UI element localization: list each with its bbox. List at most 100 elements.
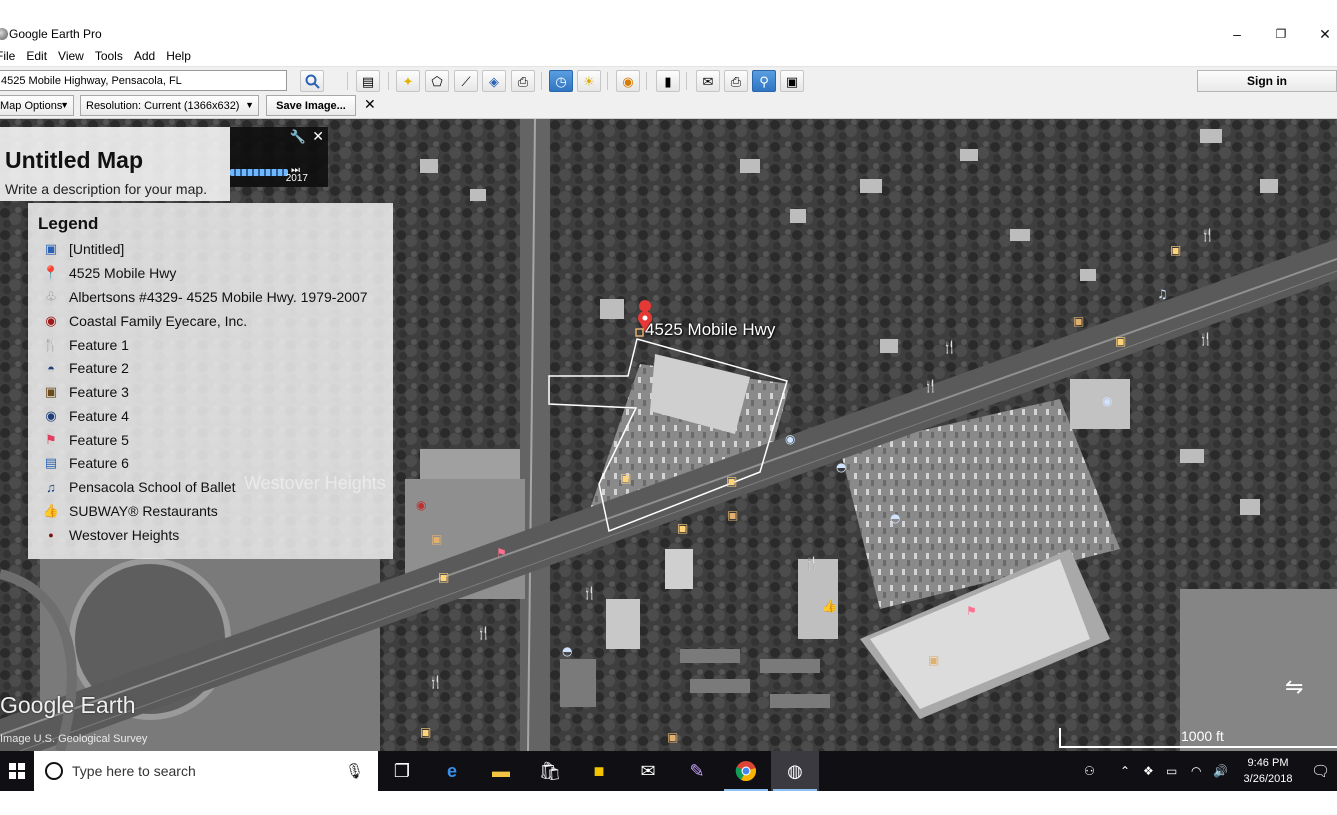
map-legend[interactable]: Legend ▣ [Untitled] 📍 4525 Mobile Hwy ♧ Alb… <box>28 203 393 559</box>
historical-imagery-button[interactable]: ◷ <box>549 70 573 92</box>
shopping-bag-icon: ◓ <box>47 360 55 376</box>
windows-start-button[interactable] <box>0 751 34 791</box>
resolution-dropdown[interactable]: Resolution: Current (1366x632) ▼ <box>80 95 259 116</box>
save-image-tool-button[interactable]: ▣ <box>780 70 804 92</box>
restore-button[interactable]: ❐ <box>1258 24 1304 44</box>
legend-item[interactable]: ▤ Feature 6 <box>40 453 129 473</box>
menu-file[interactable]: File <box>0 49 22 63</box>
dropbox-icon[interactable]: ❖ <box>1143 751 1154 791</box>
store-button[interactable]: 🛍 <box>526 751 574 791</box>
toolbar: ▤ ✦ ⬠ ⟋ ◈ ⎙ ◷ ☀ ◉ ▮ ✉ ⎙ ⚲ ▣ Sign in <box>0 66 1337 94</box>
sidebar-toggle-button[interactable]: ▤ <box>356 70 380 92</box>
google-maps-button[interactable]: ⚲ <box>752 70 776 92</box>
volume-icon[interactable]: 🔊 <box>1213 751 1228 791</box>
picture-icon: ▤ <box>44 455 58 470</box>
svg-text:🍴: 🍴 <box>804 556 819 570</box>
file-explorer-button[interactable]: ▬ <box>477 751 525 791</box>
legend-item[interactable]: ⚑ Feature 5 <box>40 430 129 450</box>
chrome-button[interactable] <box>722 751 770 791</box>
svg-text:▣: ▣ <box>431 532 442 546</box>
menu-edit[interactable]: Edit <box>22 49 54 63</box>
bus-icon: ◉ <box>45 408 57 423</box>
add-path-button[interactable]: ⟋ <box>454 70 478 92</box>
close-slider-icon[interactable]: ✕ <box>312 128 324 145</box>
placemark-label[interactable]: 4525 Mobile Hwy <box>645 320 775 340</box>
close-save-image-icon[interactable]: ✕ <box>364 96 376 113</box>
ruler-button[interactable]: ▮ <box>656 70 680 92</box>
time-slider-track[interactable] <box>230 169 288 176</box>
switch-planet-button[interactable]: ◉ <box>616 70 640 92</box>
menu-view[interactable]: View <box>54 49 91 63</box>
menu-tools[interactable]: Tools <box>91 49 130 63</box>
legend-item[interactable]: 📍 4525 Mobile Hwy <box>40 263 176 283</box>
record-tour-button[interactable]: ⎙ <box>511 70 535 92</box>
legend-item[interactable]: ◓ Feature 2 <box>40 358 129 378</box>
add-image-overlay-button[interactable]: ◈ <box>482 70 506 92</box>
menu-add[interactable]: Add <box>130 49 162 63</box>
svg-text:▣: ▣ <box>1115 334 1126 348</box>
edge-button[interactable]: e <box>428 751 476 791</box>
historical-imagery-slider[interactable]: 🔧 ✕ ⏭ 2017 <box>230 127 328 187</box>
paint-app-button[interactable]: ✎ <box>673 751 721 791</box>
legend-item[interactable]: ▣ [Untitled] <box>40 239 124 259</box>
legend-item[interactable]: ♧ Albertsons #4329- 4525 Mobile Hwy. 1979… <box>40 287 367 307</box>
taskbar-search[interactable]: Type here to search 🎙 <box>34 751 378 791</box>
menu-help[interactable]: Help <box>162 49 198 63</box>
cortana-icon <box>45 762 63 780</box>
add-placemark-button[interactable]: ✦ <box>396 70 420 92</box>
pink-flag-icon: ⚑ <box>45 432 57 447</box>
sign-in-button[interactable]: Sign in <box>1197 70 1337 92</box>
email-button[interactable]: ✉ <box>696 70 720 92</box>
legend-item[interactable]: ● Westover Heights <box>40 525 179 545</box>
sunlight-button[interactable]: ☀ <box>577 70 601 92</box>
place-label: Westover Heights <box>244 473 386 493</box>
printer-icon: ⎙ <box>730 73 742 89</box>
wrench-icon[interactable]: 🔧 <box>290 129 306 145</box>
task-view-button[interactable]: ❐ <box>378 751 426 791</box>
add-polygon-button[interactable]: ⬠ <box>425 70 449 92</box>
search-icon <box>305 74 320 89</box>
compass-icon[interactable]: ⇋ <box>1285 674 1303 700</box>
battery-icon[interactable]: ▭ <box>1166 751 1177 791</box>
microphone-icon[interactable]: 🎙 <box>345 762 364 780</box>
legend-item[interactable]: ▣ Feature 3 <box>40 382 129 402</box>
shopping-bag-icon: 🛍 <box>538 760 562 781</box>
search-input[interactable] <box>0 70 287 91</box>
map-description[interactable]: Write a description for your map. <box>5 181 207 197</box>
google-earth-app-icon <box>0 28 8 40</box>
map-view[interactable]: 🍴 ▣ ♫ ▣ ▣ 🍴 🍴 🍴 ◉ ◉ ◓ ◓ ▣ ▣ ▣ ▣ ◉ ▣ ⚑ ▣ … <box>0 119 1337 751</box>
legend-item[interactable]: ◉ Coastal Family Eyecare, Inc. <box>40 311 247 331</box>
svg-text:◓: ◓ <box>836 460 846 474</box>
camera-image-icon: ▣ <box>785 73 799 89</box>
svg-text:⚑: ⚑ <box>496 546 507 560</box>
minimize-button[interactable]: – <box>1214 24 1260 44</box>
people-icon[interactable]: ⚇ <box>1084 751 1095 791</box>
legend-item[interactable]: 🍴 Feature 1 <box>40 335 129 355</box>
legend-item[interactable]: ♫ Pensacola School of Ballet <box>40 477 235 497</box>
chevron-down-icon: ▼ <box>60 100 69 110</box>
svg-text:◓: ◓ <box>562 644 572 658</box>
map-title[interactable]: Untitled Map <box>5 147 143 174</box>
windows-taskbar: Type here to search 🎙 ❐ e ▬ 🛍 ■ ✉ ✎ ◍ ⚇ … <box>0 751 1337 791</box>
close-button[interactable]: ✕ <box>1302 24 1337 44</box>
live-app-button[interactable]: ■ <box>575 751 623 791</box>
search-button[interactable] <box>300 70 324 92</box>
map-title-box[interactable]: Untitled Map Write a description for you… <box>0 127 230 201</box>
fork-knife-icon: 🍴 <box>42 337 60 352</box>
folder-icon: ▬ <box>492 760 510 781</box>
print-button[interactable]: ⎙ <box>724 70 748 92</box>
show-hidden-icons-button[interactable]: ⌃ <box>1120 751 1130 791</box>
legend-item[interactable]: 👍 SUBWAY® Restaurants <box>40 501 218 521</box>
red-pin-icon: 📍 <box>42 265 60 280</box>
svg-text:◉: ◉ <box>785 432 795 446</box>
mail-button[interactable]: ✉ <box>624 751 672 791</box>
system-clock[interactable]: 9:46 PM 3/26/2018 <box>1238 755 1298 787</box>
edge-icon: e <box>446 760 457 781</box>
eye-icon: ◉ <box>45 313 57 328</box>
wifi-icon[interactable]: ◠ <box>1191 751 1201 791</box>
legend-item[interactable]: ◉ Feature 4 <box>40 406 129 426</box>
map-options-dropdown[interactable]: Map Options ▼ <box>0 95 74 116</box>
save-image-button[interactable]: Save Image... <box>266 95 356 116</box>
action-center-icon[interactable]: 🗨 <box>1311 751 1330 791</box>
google-earth-taskbar-button[interactable]: ◍ <box>771 751 819 791</box>
